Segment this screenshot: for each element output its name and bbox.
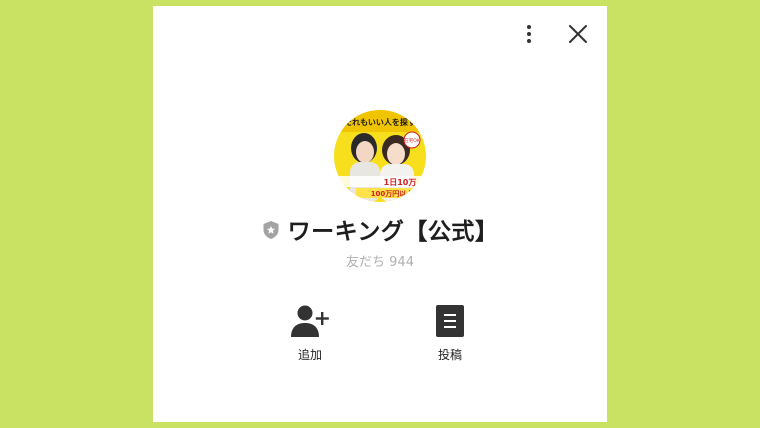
more-options-button[interactable] <box>518 22 540 46</box>
friends-count: 友だち 944 <box>153 251 607 270</box>
avatar-sticker-text: 在宅OK <box>404 137 421 144</box>
shield-star-icon <box>262 220 280 240</box>
avatar-price-text: 1日10万 <box>384 178 417 187</box>
add-friend-button[interactable]: 追加 <box>270 304 350 363</box>
avatar-image: だれもいい人を探す 在宅OK 1日10万 100万円以上 <box>334 110 426 202</box>
account-title-row: ワーキング【公式】 <box>153 213 607 245</box>
posts-label: 投稿 <box>437 348 462 362</box>
add-friend-label: 追加 <box>297 348 322 362</box>
friends-label: 友だち <box>346 255 386 270</box>
avatar-banner-text: だれもいい人を探す <box>344 117 416 127</box>
avatar-price-text-2: 100万円以上 <box>371 189 414 198</box>
friends-number: 944 <box>389 255 414 270</box>
account-name: ワーキング【公式】 <box>287 219 499 245</box>
profile-avatar[interactable]: だれもいい人を探す 在宅OK 1日10万 100万円以上 <box>334 110 426 202</box>
posts-button[interactable]: 投稿 <box>410 304 490 363</box>
profile-card: だれもいい人を探す 在宅OK 1日10万 100万円以上 ワーキング【公式】 友… <box>153 6 607 422</box>
close-icon <box>569 25 587 43</box>
close-button[interactable] <box>566 22 590 46</box>
add-friend-icon <box>291 305 329 337</box>
posts-icon <box>436 305 464 337</box>
vertical-ellipsis-icon <box>527 25 531 43</box>
